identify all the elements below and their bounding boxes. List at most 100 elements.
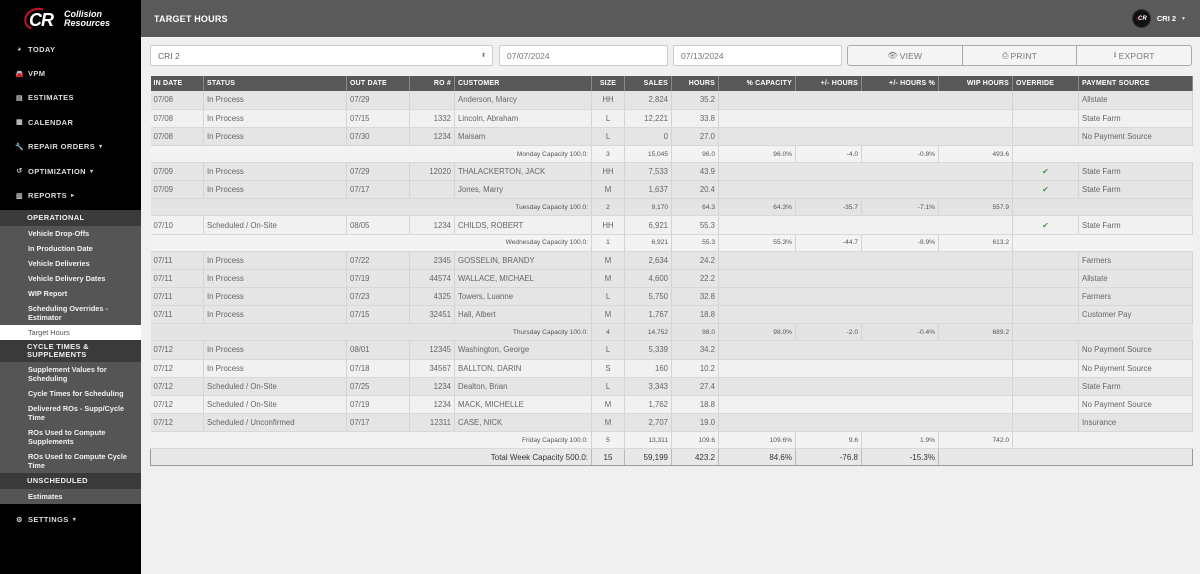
out-date-cell: 07/19 [346,395,410,415]
column-header-pct-capacity[interactable]: % CAPACITY [718,76,796,91]
summary-hours: 98.0 [671,323,719,342]
column-header-sales[interactable]: SALES [624,76,672,91]
table-row[interactable]: 07/10 Scheduled / On-Site 08/05 1234 CHILDS,… [150,215,1193,235]
sidebar-link-estimates[interactable]: Estimates [0,488,141,504]
override-cell: ✔ [1012,180,1079,200]
out-date-cell: 07/19 [346,269,410,289]
hours-cell: 20.4 [671,180,719,200]
table-row[interactable]: 07/09 In Process 07/17 Jones, Marry M 1,637 20… [150,180,1193,200]
table-row[interactable]: 07/12 Scheduled / Unconfirmed 07/17 12311 CA… [150,413,1193,433]
hours-cell: 10.2 [671,359,719,378]
sales-cell: 12,221 [624,109,672,128]
table-row[interactable]: 07/11 In Process 07/15 32451 Hall, Albert M 1,… [150,305,1193,325]
in-date-cell: 07/08 [150,127,204,147]
column-header-size[interactable]: SIZE [591,76,625,91]
total-hours-diff-pct: -15.3% [861,448,939,467]
column-header-customer[interactable]: CUSTOMER [454,76,592,91]
column-header-status[interactable]: STATUS [203,76,347,91]
shop-select[interactable]: CRI 2 ⬍ [150,45,493,66]
end-date-input[interactable]: 07/13/2024 [673,45,842,66]
sidebar-link-in-production-date[interactable]: In Production Date [0,240,141,256]
column-header--hours-pct[interactable]: +/- HOURS % [861,76,939,91]
hours-cell: 55.3 [671,215,719,235]
column-header-out-date[interactable]: OUT DATE [346,76,410,91]
sidebar-link-wip-report[interactable]: WIP Report [0,285,141,301]
payment-source-cell: Customer Pay [1078,305,1193,325]
sidebar-item-estimates[interactable]: ▤ ESTIMATES [0,86,141,110]
empty-metrics-cell [718,413,1013,433]
sidebar-link-target-hours[interactable]: Target Hours [0,324,141,340]
summary-hours-diff-pct: -7.1% [861,198,939,217]
sidebar-link-scheduling-overrides-estimator[interactable]: Scheduling Overrides - Estimator [0,300,141,325]
table-row[interactable]: 07/11 In Process 07/22 2345 GOSSELIN, BRANDY… [150,251,1193,270]
dashboard-icon: ◕ [17,45,22,53]
customer-cell: Hall, Albert [454,305,592,325]
summary-empty-cell [1012,234,1193,252]
column-header-ro-[interactable]: RO # [409,76,455,91]
table-row[interactable]: 07/09 In Process 07/29 12020 THALACKERTON, J… [150,162,1193,182]
total-hours: 423.2 [671,448,719,467]
day-summary-row: Monday Capacity 100.0: 3 15,045 96.0 96.0% -4… [150,145,1193,164]
summary-sales: 15,045 [624,145,672,164]
in-date-cell: 07/12 [150,359,204,378]
column-header-hours[interactable]: HOURS [671,76,719,91]
summary-wip-hours: 742.0 [938,431,1013,450]
sidebar-item-optimization[interactable]: ↺ OPTIMIZATION ▾ [0,159,141,183]
avatar: ‹ CR [1131,9,1151,28]
view-button[interactable]: 👁 VIEW [848,46,963,65]
sidebar-link-cycle-times-for-scheduling[interactable]: Cycle Times for Scheduling [0,385,141,401]
status-cell: Scheduled / On-Site [203,377,347,396]
sidebar-link-vehicle-deliveries[interactable]: Vehicle Deliveries [0,255,141,271]
user-menu[interactable]: ‹ CR CRI 2 ▼ [1131,9,1186,28]
customer-cell: WALLACE, MICHAEL [454,269,592,289]
sidebar-item-settings[interactable]: ⚙ SETTINGS ▾ [0,508,141,532]
sidebar-item-repair-orders[interactable]: 🔧 REPAIR ORDERS ▾ [0,135,141,159]
sidebar-item-reports[interactable]: ▥ REPORTS ▸ [0,183,141,207]
empty-metrics-cell [718,180,1013,200]
payment-source-cell: State Farm [1078,109,1193,128]
empty-metrics-cell [718,162,1013,182]
export-button[interactable]: ⭳ EXPORT [1077,46,1191,65]
day-summary-row: Wednesday Capacity 100.0: 1 6,921 55.3 55.3%… [150,234,1193,252]
table-row[interactable]: 07/12 Scheduled / On-Site 07/19 1234 MACK, M… [150,395,1193,415]
sidebar-item-calendar[interactable]: ▦ CALENDAR [0,110,141,134]
ro-number-cell [409,91,455,110]
table-row[interactable]: 07/12 In Process 08/01 12345 Washington, Geo… [150,340,1193,360]
summary-sales: 9,170 [624,198,672,217]
sidebar-item-vpm[interactable]: 🚘 VPM [0,61,141,85]
sidebar-link-supplement-values-for-scheduling[interactable]: Supplement Values for Scheduling [0,361,141,386]
print-button[interactable]: ⎙ PRINT [963,46,1078,65]
day-capacity-label: Friday Capacity 100.0: [150,431,592,450]
table-row[interactable]: 07/12 Scheduled / On-Site 07/25 1234 Dealton… [150,377,1193,396]
sidebar-link-ros-used-to-compute-supplements[interactable]: ROs Used to Compute Supplements [0,424,141,449]
sales-cell: 1,762 [624,395,672,415]
table-row[interactable]: 07/11 In Process 07/19 44574 WALLACE, MICHAE… [150,269,1193,289]
brand-logo[interactable]: CR Collision Resources [0,0,141,37]
sidebar-link-vehicle-drop-offs[interactable]: Vehicle Drop-Offs [0,225,141,241]
check-icon: ✔ [1042,185,1049,195]
column-header-wip-hours[interactable]: WIP HOURS [938,76,1013,91]
empty-metrics-cell [718,287,1013,307]
start-date-input[interactable]: 07/07/2024 [499,45,668,66]
download-icon: ⭳ [1113,49,1117,59]
sidebar-link-vehicle-delivery-dates[interactable]: Vehicle Delivery Dates [0,270,141,286]
column-header--hours[interactable]: +/- HOURS [795,76,862,91]
history-icon: ↺ [16,168,23,176]
column-header-override[interactable]: OVERRIDE [1012,76,1079,91]
day-summary-row: Friday Capacity 100.0: 5 13,311 109.6 109.6%… [150,431,1193,450]
empty-metrics-cell [718,91,1013,110]
sidebar-link-delivered-ros-supp-cycle-time[interactable]: Delivered ROs - Supp/Cycle Time [0,400,141,425]
column-header-in-date[interactable]: IN DATE [150,76,204,91]
table-row[interactable]: 07/11 In Process 07/23 4325 Towers, Luanne L 5… [150,287,1193,307]
column-header-payment-source[interactable]: PAYMENT SOURCE [1078,76,1193,91]
payment-source-cell: No Payment Source [1078,395,1193,415]
table-row[interactable]: 07/08 In Process 07/30 1234 Maisam L 0 27.0 No P… [150,127,1193,147]
table-row[interactable]: 07/08 In Process 07/29 Anderson, Marcy HH 2,8… [150,91,1193,110]
table-row[interactable]: 07/08 In Process 07/15 1332 Lincoln, Abraham… [150,109,1193,128]
hours-cell: 33.8 [671,109,719,128]
sidebar-link-ros-used-to-compute-cycle-time[interactable]: ROs Used to Compute Cycle Time [0,448,141,473]
sidebar-item-today[interactable]: ◕ TODAY [0,37,141,61]
table-row[interactable]: 07/12 In Process 07/18 34567 BALLTON, DARIN S… [150,359,1193,378]
size-cell: L [591,287,625,307]
user-name: CRI 2 [1156,14,1177,23]
